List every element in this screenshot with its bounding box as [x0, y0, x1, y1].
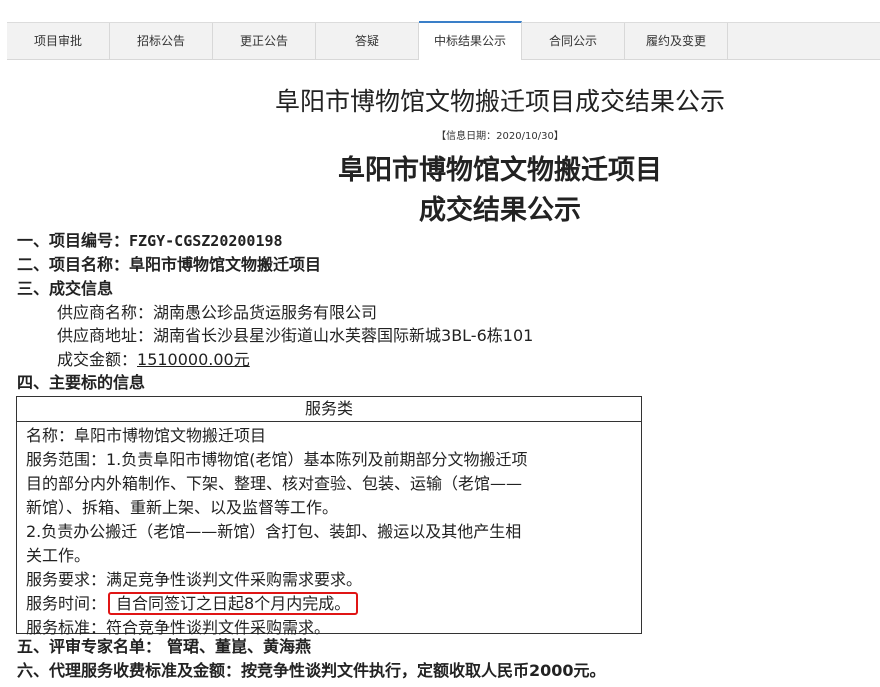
tab-project-approval[interactable]: 项目审批 — [7, 23, 110, 59]
tab-performance-change[interactable]: 履约及变更 — [625, 23, 728, 59]
doc-title-line2: 成交结果公示 — [419, 195, 581, 226]
section-deal-info: 三、成交信息 — [17, 279, 114, 298]
service-table-header: 服务类 — [17, 397, 641, 422]
project-name: 阜阳市博物馆文物搬迁项目 — [129, 255, 322, 274]
section-label: 五、评审专家名单： — [17, 637, 162, 656]
service-requirement: 服务要求：满足竞争性谈判文件采购需求要求。 — [26, 570, 363, 589]
field-label: 成交金额： — [57, 350, 138, 369]
service-time-label: 服务时间： — [26, 594, 107, 613]
section-label: 一、项目编号： — [17, 231, 130, 250]
service-time-row: 服务时间： 自合同签订之日起8个月内完成。 — [26, 592, 633, 616]
field-label: 供应商地址： — [57, 326, 154, 345]
doc-title-line1: 阜阳市博物馆文物搬迁项目 — [338, 155, 662, 186]
page-title: 阜阳市博物馆文物搬迁项目成交结果公示 — [274, 87, 725, 116]
service-scope-line: 2.负责办公搬迁（老馆——新馆）含打包、装卸、搬运以及其他产生相 — [26, 522, 522, 541]
tab-award-result[interactable]: 中标结果公示 — [419, 21, 522, 60]
supplier-address-row: 供应商地址：湖南省长沙县星沙街道山水芙蓉国际新城3BL-6栋101 — [57, 325, 533, 347]
service-name: 名称：阜阳市博物馆文物搬迁项目 — [26, 426, 267, 445]
service-scope-line: 服务范围：1.负责阜阳市博物馆(老馆）基本陈列及前期部分文物搬迁项 — [26, 450, 528, 469]
section-agency-fee: 六、代理服务收费标准及金额：按竞争性谈判文件执行，定额收取人民币2000元。 — [17, 660, 606, 682]
section-experts: 五、评审专家名单： 管珺、董崑、黄海燕 — [17, 636, 311, 658]
section-project-name: 二、项目名称：阜阳市博物馆文物搬迁项目 — [17, 254, 321, 276]
deal-amount-row: 成交金额：1510000.00元 — [57, 349, 250, 371]
tab-bar: 项目审批 招标公告 更正公告 答疑 中标结果公示 合同公示 履约及变更 — [7, 21, 880, 60]
project-number: FZGY-CGSZ20200198 — [129, 232, 283, 250]
service-scope-line: 关工作。 — [26, 546, 91, 565]
section-label: 二、项目名称： — [17, 255, 130, 274]
service-time-highlight: 自合同签订之日起8个月内完成。 — [108, 592, 359, 615]
service-scope-line: 目的部分内外箱制作、下架、整理、核对查验、包装、运输（老馆—— — [26, 474, 523, 493]
info-date: 【信息日期：2020/10/30】 — [436, 131, 564, 142]
expert-list: 管珺、董崑、黄海燕 — [167, 637, 312, 656]
section-main-subject: 四、主要标的信息 — [17, 373, 146, 392]
section-project-number: 一、项目编号：FZGY-CGSZ20200198 — [17, 230, 283, 252]
supplier-address: 湖南省长沙县星沙街道山水芙蓉国际新城3BL-6栋101 — [153, 326, 534, 345]
field-label: 供应商名称： — [57, 303, 154, 322]
tab-contract-notice[interactable]: 合同公示 — [522, 23, 625, 59]
supplier-name: 湖南愚公珍品货运服务有限公司 — [153, 303, 378, 322]
deal-amount: 1510000.00元 — [137, 350, 250, 369]
tab-correction-notice[interactable]: 更正公告 — [213, 23, 316, 59]
tab-qa[interactable]: 答疑 — [316, 23, 419, 59]
service-scope-line: 新馆）、拆箱、重新上架、以及监督等工作。 — [26, 498, 339, 517]
tab-tender-notice[interactable]: 招标公告 — [110, 23, 213, 59]
supplier-name-row: 供应商名称：湖南愚公珍品货运服务有限公司 — [57, 302, 377, 324]
service-table: 服务类 名称：阜阳市博物馆文物搬迁项目 服务范围：1.负责阜阳市博物馆(老馆）基… — [16, 396, 642, 637]
agency-fee: 按竞争性谈判文件执行，定额收取人民币2000元。 — [241, 661, 606, 680]
section-label: 六、代理服务收费标准及金额： — [17, 661, 242, 680]
